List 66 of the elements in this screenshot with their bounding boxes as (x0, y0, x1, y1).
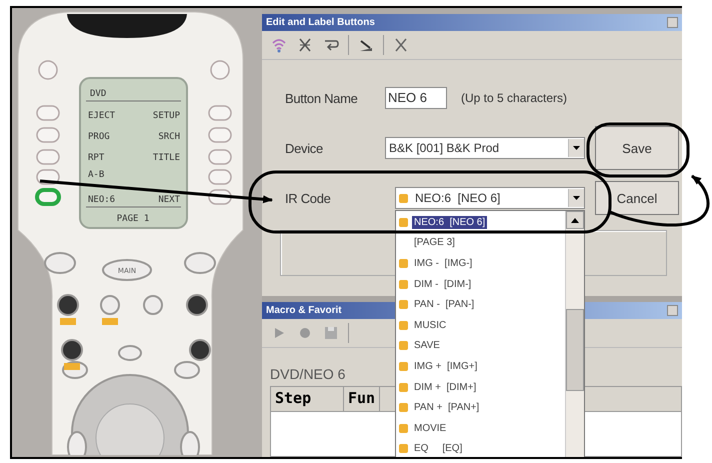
tag-icon (102, 318, 118, 325)
lcd-label: SRCH (158, 132, 180, 142)
code-icon (399, 444, 408, 454)
lcd-label: RPT (88, 153, 104, 163)
scrollbar[interactable] (565, 211, 584, 457)
button-name-field[interactable]: NEO 6 (385, 87, 447, 109)
dropdown-button[interactable] (568, 189, 584, 207)
macro-path: DVD/NEO 6 (270, 366, 346, 382)
list-item[interactable]: IMG - [IMG-] (412, 256, 474, 270)
select-button[interactable] (96, 404, 164, 455)
code-icon (399, 218, 408, 227)
main-button[interactable] (102, 259, 152, 281)
code-icon (399, 258, 408, 268)
close-button[interactable] (667, 17, 678, 28)
code-icon (399, 280, 408, 289)
code-icon (399, 194, 408, 202)
lcd-label: NEXT (158, 195, 180, 205)
tag-icon (60, 318, 76, 325)
save-icon[interactable] (322, 324, 340, 342)
list-item[interactable]: DIM - [DIM-] (412, 278, 474, 291)
scroll-up-button[interactable] (566, 211, 584, 229)
signal-icon[interactable] (270, 36, 288, 54)
cancel-button[interactable]: Cancel (595, 181, 679, 215)
list-item[interactable]: MOVIE (412, 422, 448, 435)
list-item[interactable]: MUSIC (412, 318, 448, 332)
list-item[interactable]: NEO:6 [NEO 6] (412, 216, 488, 229)
list-item[interactable]: IMG + [IMG+] (412, 360, 480, 373)
dropdown-arrow-icon (573, 146, 580, 150)
field-label: Button Name (285, 90, 359, 106)
close-button[interactable] (667, 305, 678, 316)
list-item[interactable]: PAN + [PAN+] (412, 401, 482, 414)
lcd-label: SETUP (152, 111, 180, 121)
column-header[interactable]: Fun (344, 387, 380, 411)
lcd-label: A-B (88, 170, 104, 180)
tag-icon (64, 363, 80, 370)
list-item[interactable]: PAN - [PAN-] (412, 298, 476, 312)
column-header[interactable]: Step (271, 387, 344, 411)
code-icon (399, 403, 408, 412)
code-icon (399, 320, 408, 330)
up-arrow-icon (571, 218, 579, 222)
dropdown-arrow-icon (573, 196, 580, 200)
field-label: Device (285, 140, 324, 156)
lcd-title: DVD (90, 89, 106, 99)
code-icon (399, 424, 408, 433)
lcd-label: NEO:6 (88, 195, 116, 205)
list-item[interactable]: DIM + [DIM+] (412, 380, 478, 394)
lcd-footer: PAGE 1 (116, 214, 150, 224)
save-button[interactable]: Save (595, 126, 679, 170)
window-title: Macro & Favorit (266, 305, 342, 316)
code-icon (399, 382, 408, 392)
hint-text: (Up to 5 characters) (461, 91, 568, 105)
list-item[interactable]: [PAGE 3] (412, 236, 457, 250)
list-item[interactable]: SAVE (412, 339, 442, 352)
list-item[interactable]: EQ [EQ] (412, 442, 464, 456)
code-icon (399, 300, 408, 310)
lcd-label: PROG (88, 132, 110, 142)
scroll-thumb[interactable] (566, 309, 584, 391)
ir-code-select[interactable]: NEO:6 [NEO 6] (395, 187, 585, 209)
code-icon (399, 362, 408, 371)
device-select[interactable]: B&K [001] B&K Prod (385, 137, 585, 159)
lcd-label: EJECT (88, 111, 116, 121)
lcd-label: TITLE (152, 153, 180, 163)
code-icon (399, 341, 408, 350)
window-title: Edit and Label Buttons (266, 17, 375, 28)
field-label: IR Code (285, 190, 332, 206)
dropdown-button[interactable] (568, 139, 584, 157)
